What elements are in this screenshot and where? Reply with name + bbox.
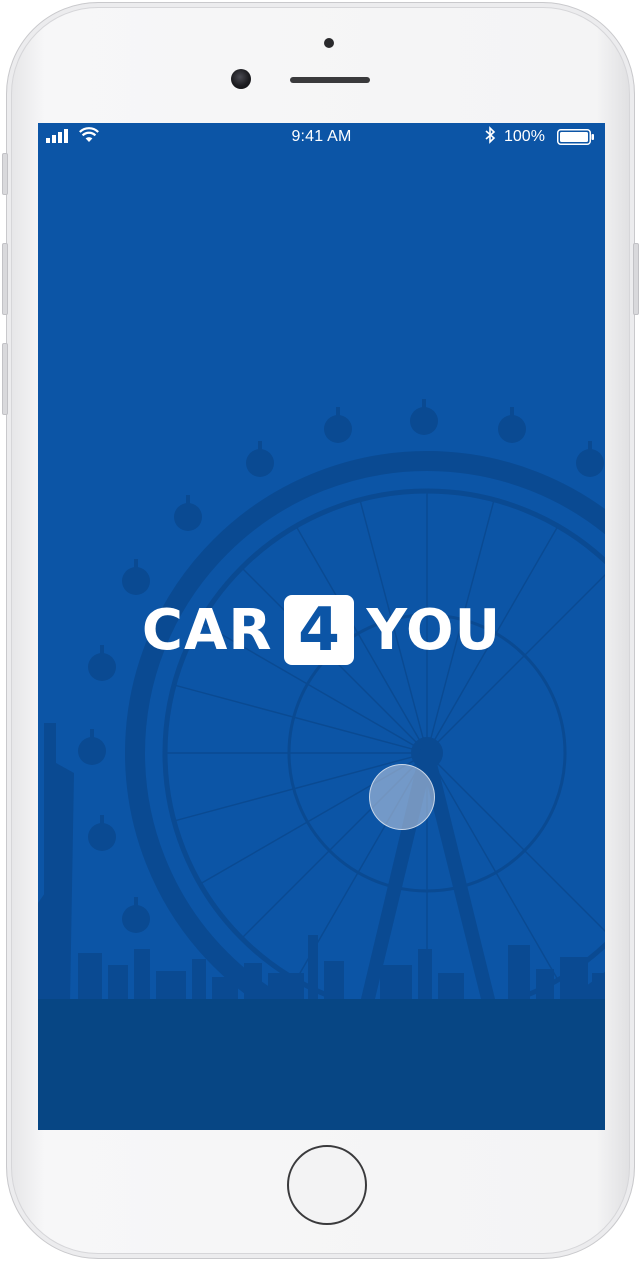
power-button [633, 243, 639, 315]
battery-icon [557, 129, 594, 145]
battery-percentage: 100% [504, 128, 545, 145]
ferris-wheel-silhouette [125, 451, 605, 1055]
home-button[interactable] [287, 1145, 367, 1225]
proximity-sensor [324, 38, 334, 48]
status-bar: 9:41 AM 100% [38, 123, 605, 151]
logo-word-car: CAR [141, 597, 273, 663]
bluetooth-icon [485, 126, 496, 144]
volume-down-button [2, 343, 8, 415]
app-screen: 9:41 AM 100% CAR 4 YOU [38, 123, 605, 1130]
volume-up-button [2, 243, 8, 315]
mute-switch [2, 153, 8, 195]
logo-word-you: YOU [366, 597, 502, 663]
earpiece-speaker [290, 77, 370, 83]
logo-number-badge: 4 [284, 595, 355, 665]
city-skyline-silhouette [38, 723, 605, 1003]
touch-indicator [369, 764, 435, 830]
app-logo: CAR 4 YOU [38, 595, 605, 665]
ground-band [38, 999, 605, 1130]
front-camera-icon [231, 69, 251, 89]
